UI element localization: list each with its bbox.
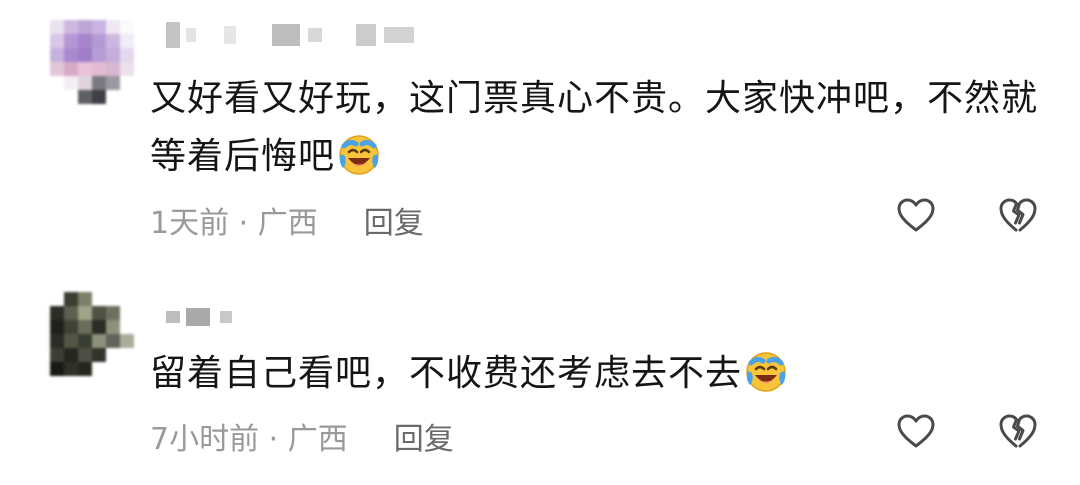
comment-text-line-1: 又好看又好玩，这门票真心不贵。大家快冲吧，不然就 bbox=[150, 78, 1039, 119]
laughing-crying-emoji-icon bbox=[339, 135, 379, 175]
comment-text: 留着自己看吧，不收费还考虑去不去 bbox=[150, 345, 788, 403]
avatar[interactable] bbox=[50, 292, 134, 376]
heart-outline-icon[interactable] bbox=[894, 410, 938, 454]
comment-meta: 7小时前 · 广西 回复 bbox=[150, 414, 454, 458]
broken-heart-icon[interactable] bbox=[996, 194, 1040, 238]
time-location: 7小时前 · 广西 bbox=[150, 422, 348, 457]
broken-heart-icon[interactable] bbox=[996, 410, 1040, 454]
username-blurred[interactable] bbox=[166, 302, 232, 332]
comment-text-line-1-label: 留着自己看吧，不收费还考虑去不去 bbox=[150, 353, 743, 394]
username-blurred[interactable] bbox=[166, 20, 414, 50]
heart-outline-icon[interactable] bbox=[894, 194, 938, 238]
avatar[interactable] bbox=[50, 20, 134, 104]
reply-button[interactable]: 回复 bbox=[394, 414, 454, 458]
laughing-crying-emoji-icon bbox=[746, 352, 786, 392]
comment-text-line-2-label: 等着后悔吧 bbox=[150, 136, 336, 177]
comment-text: 又好看又好玩，这门票真心不贵。大家快冲吧，不然就 等着后悔吧 bbox=[150, 70, 1038, 186]
comment-text-line-1: 留着自己看吧，不收费还考虑去不去 bbox=[150, 345, 788, 403]
time-location: 1天前 · 广西 bbox=[150, 206, 318, 241]
reply-button[interactable]: 回复 bbox=[364, 198, 424, 242]
comment-meta: 1天前 · 广西 回复 bbox=[150, 198, 424, 242]
comment-text-line-2: 等着后悔吧 bbox=[150, 128, 1038, 186]
